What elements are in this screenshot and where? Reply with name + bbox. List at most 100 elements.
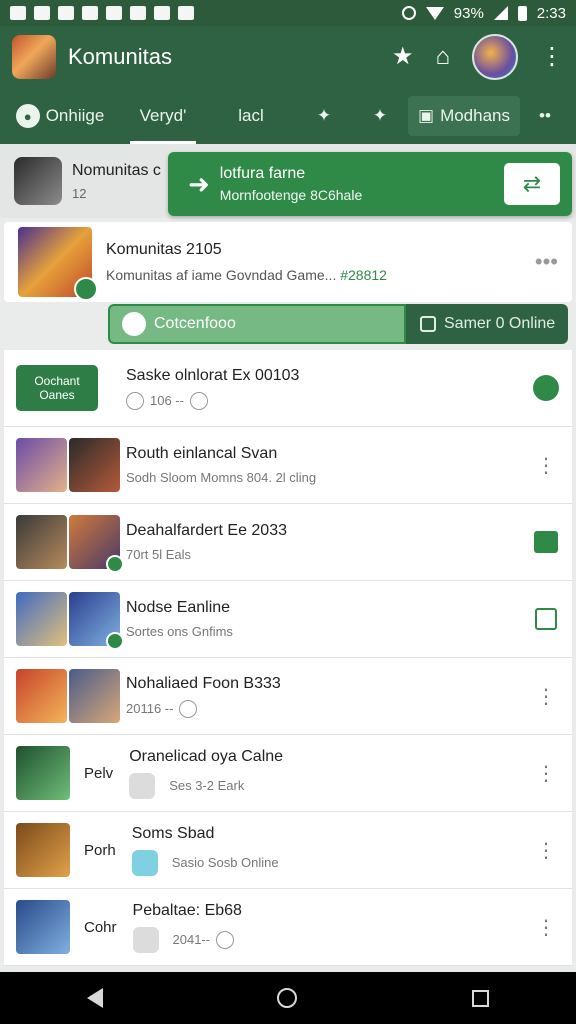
tab-local[interactable]: lacl xyxy=(206,88,296,144)
tab-label: Veryd' xyxy=(139,106,187,125)
promo-banner[interactable]: ➜ lotfura farne Mornfootenge 8C6hale ⇄ xyxy=(168,152,572,216)
tab-moderators[interactable]: ▣ Modhans xyxy=(408,96,520,136)
more-icon: •• xyxy=(539,106,551,125)
overflow-menu-icon[interactable]: ⋮ xyxy=(540,45,564,69)
item-meta: 2041-- xyxy=(172,932,211,947)
star-icon[interactable]: ★ xyxy=(392,45,414,69)
emblem-icon xyxy=(129,772,156,799)
notification-icon xyxy=(106,6,122,20)
tab-favorites[interactable]: ✦ xyxy=(352,88,408,144)
notification-icon xyxy=(154,6,170,20)
folder-icon: ▣ xyxy=(418,106,435,125)
emblem-icon xyxy=(131,849,158,876)
item-meta: Ses 3-2 Eark xyxy=(169,778,245,793)
tab-online[interactable]: ● Onhiige xyxy=(0,88,120,144)
overflow-menu-icon[interactable]: ⋮ xyxy=(532,684,560,709)
back-icon[interactable] xyxy=(87,988,104,1008)
overflow-menu-icon[interactable]: ⋮ xyxy=(532,915,560,940)
recent-apps-icon[interactable] xyxy=(471,989,489,1007)
list-item[interactable]: Porh Soms Sbad Sasio Sosb Online ⋮ xyxy=(4,812,572,889)
filter-pills: Cotcenfooo Samer 0 Online xyxy=(108,304,568,344)
list-item[interactable]: Cohr Pebaltae: Eb68 2041-- ⋮ xyxy=(4,889,572,966)
featured-tag: #28812 xyxy=(340,267,387,283)
join-button[interactable]: Oochant Oanes xyxy=(16,365,98,411)
overflow-menu-icon[interactable]: ⋮ xyxy=(532,838,560,863)
banner-subtitle: Mornfootenge 8C6hale xyxy=(219,187,363,203)
item-meta: 106 -- xyxy=(150,393,184,408)
list-item[interactable]: Oochant Oanes Saske olnlorat Ex 00103 10… xyxy=(4,350,572,427)
status-check-icon[interactable] xyxy=(533,375,559,401)
link-icon xyxy=(179,699,198,718)
item-title: Nohaliaed Foon B333 xyxy=(126,674,281,692)
notification-icon xyxy=(178,6,194,20)
pinned-count: 12 xyxy=(72,185,87,201)
banner-action-button[interactable]: ⇄ xyxy=(504,163,560,205)
list-item[interactable]: Routh einlancal Svan Sodh Sloom Momns 80… xyxy=(4,427,572,504)
tab-pin[interactable]: ✦ xyxy=(296,88,352,144)
list-item[interactable]: Nodse Eanline Sortes ons Gnfims xyxy=(4,581,572,658)
signal-icon xyxy=(493,6,508,20)
shuffle-icon: ⇄ xyxy=(522,171,542,196)
chart-icon[interactable] xyxy=(534,531,558,553)
pin-icon: ✦ xyxy=(316,106,332,125)
list-item[interactable]: Pelv Oranelicad oya Calne Ses 3-2 Eark ⋮ xyxy=(4,735,572,812)
app-logo xyxy=(12,35,56,79)
home-icon[interactable] xyxy=(277,988,298,1008)
emblem-icon xyxy=(132,926,159,953)
featured-subtitle: Komunitas af iame Govndad Game... #28812 xyxy=(106,267,387,283)
user-icon xyxy=(126,391,144,410)
chat-icon xyxy=(122,312,146,336)
checkbox-icon[interactable] xyxy=(535,608,557,630)
wifi-icon xyxy=(425,6,444,20)
community-thumbnail xyxy=(69,515,124,573)
tab-label: Modhans xyxy=(440,106,510,125)
item-subtitle: Sortes ons Gnfims xyxy=(126,624,233,639)
verified-badge-icon xyxy=(74,277,98,301)
overflow-menu-icon[interactable]: ⋮ xyxy=(532,761,560,786)
system-nav-bar xyxy=(0,972,576,1024)
battery-icon xyxy=(517,5,527,21)
item-title: Routh einlancal Svan xyxy=(126,445,278,462)
list-item[interactable]: Deahalfardert Ee 2033 70rt 5l Eals xyxy=(4,504,572,581)
connect-pill-label: Cotcenfooo xyxy=(154,315,236,332)
community-thumbnail xyxy=(16,900,70,954)
profile-avatar[interactable] xyxy=(472,34,518,80)
tab-verified[interactable]: Veryd' xyxy=(120,88,206,144)
online-pill-label: Samer 0 Online xyxy=(444,315,556,332)
community-thumbnail xyxy=(16,438,67,492)
connect-pill[interactable]: Cotcenfooo xyxy=(108,304,406,344)
item-subtitle: 70rt 5l Eals xyxy=(126,547,192,562)
item-title: Saske olnlorat Ex 00103 xyxy=(126,366,300,384)
item-title: Deahalfardert Ee 2033 xyxy=(126,522,287,539)
clock: 2:33 xyxy=(536,4,566,22)
battery-percent: 93% xyxy=(453,4,484,22)
tab-more[interactable]: •• xyxy=(520,88,570,144)
status-bar: 93% 2:33 xyxy=(0,0,576,26)
star-small-icon: ✦ xyxy=(372,106,388,125)
item-prefix: Cohr xyxy=(84,918,117,936)
featured-community-card[interactable]: Komunitas 2105 Komunitas af iame Govndad… xyxy=(4,222,572,302)
item-subtitle: Sasio Sosb Online xyxy=(131,849,532,876)
item-meta: 20116 -- xyxy=(126,701,174,716)
item-prefix: Porh xyxy=(84,841,116,859)
community-thumbnail xyxy=(69,438,120,492)
item-title: Nodse Eanline xyxy=(126,599,231,616)
item-title: Oranelicad oya Calne xyxy=(129,747,284,765)
community-thumbnail xyxy=(16,746,70,800)
content: Nomunitas c 12 ➜ lotfura farne Mornfoote… xyxy=(0,144,576,972)
list-item[interactable]: Nohaliaed Foon B333 20116 -- ⋮ xyxy=(4,658,572,735)
online-pill[interactable]: Samer 0 Online xyxy=(406,304,568,344)
join-button-label: Oochant xyxy=(34,373,80,388)
link-icon xyxy=(189,391,208,410)
store-icon[interactable]: ⌂ xyxy=(436,45,451,69)
sync-icon xyxy=(401,6,416,20)
notification-icons xyxy=(10,6,194,20)
community-thumbnail xyxy=(69,669,120,723)
tab-label: lacl xyxy=(238,106,264,125)
overflow-menu-icon[interactable]: ⋮ xyxy=(532,453,560,478)
verified-badge-icon xyxy=(106,555,124,573)
more-horizontal-icon[interactable]: ••• xyxy=(535,249,558,275)
folder-outline-icon xyxy=(420,316,436,332)
app-bar: Komunitas ★ ⌂ ⋮ xyxy=(0,26,576,88)
notification-icon xyxy=(82,6,98,20)
